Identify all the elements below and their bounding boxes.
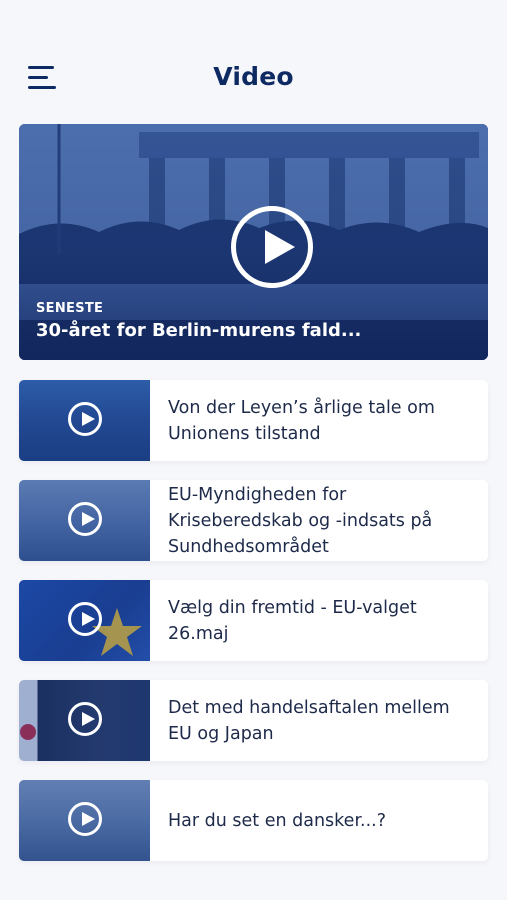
play-icon[interactable]: [68, 802, 102, 836]
play-icon[interactable]: [231, 206, 313, 288]
video-item[interactable]: Har du set en dansker...?: [19, 780, 488, 861]
video-thumbnail: [19, 780, 150, 861]
app-header: Video: [0, 0, 507, 120]
featured-title: 30-året for Berlin-murens fald...: [36, 320, 362, 341]
page-title: Video: [213, 62, 294, 91]
latest-badge: SENESTE: [36, 301, 104, 316]
video-thumbnail: [19, 580, 150, 661]
video-title: Det med handelsaftalen mellem EU og Japa…: [168, 697, 450, 744]
video-item[interactable]: Det med handelsaftalen mellem EU og Japa…: [19, 680, 488, 761]
video-item[interactable]: EU-Myndigheden for Kriseberedskab og -in…: [19, 480, 488, 561]
video-item[interactable]: Von der Leyen’s årlige tale om Unionens …: [19, 380, 488, 461]
video-title: Von der Leyen’s årlige tale om Unionens …: [168, 397, 435, 444]
video-thumbnail: [19, 680, 150, 761]
play-icon[interactable]: [68, 602, 102, 636]
play-icon[interactable]: [68, 702, 102, 736]
play-icon[interactable]: [68, 402, 102, 436]
video-item[interactable]: Vælg din fremtid - EU-valget 26.maj: [19, 580, 488, 661]
video-thumbnail: [19, 380, 150, 461]
video-thumbnail: [19, 480, 150, 561]
video-title: Vælg din fremtid - EU-valget 26.maj: [168, 597, 417, 644]
featured-video[interactable]: SENESTE 30-året for Berlin-murens fald..…: [19, 124, 488, 360]
video-title: Har du set en dansker...?: [168, 810, 387, 831]
video-title: EU-Myndigheden for Kriseberedskab og -in…: [168, 484, 433, 557]
play-icon[interactable]: [68, 502, 102, 536]
